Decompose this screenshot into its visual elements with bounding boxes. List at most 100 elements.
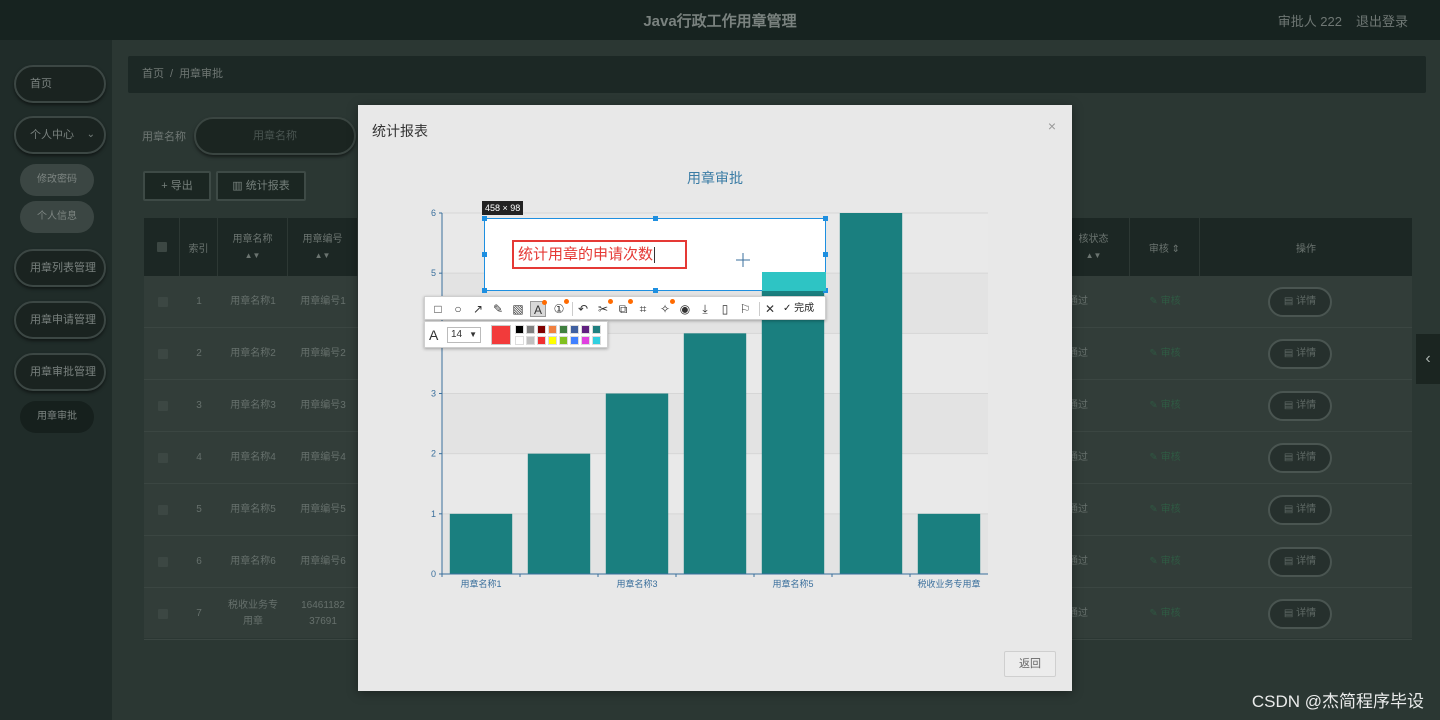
color-swatch[interactable] xyxy=(559,325,568,334)
annotation-text-input[interactable]: 统计用章的申请次数 xyxy=(512,240,687,269)
selection-size-label: 458 × 98 xyxy=(482,201,524,215)
audit-link[interactable]: ✎ 审核 xyxy=(1130,380,1200,432)
color-swatch[interactable] xyxy=(515,325,524,334)
audit-link[interactable]: ✎ 审核 xyxy=(1130,432,1200,484)
x-tick-label: 用章名称5 xyxy=(772,578,813,589)
detail-button[interactable]: ▤ 详情 xyxy=(1268,391,1332,421)
sidebar-item-personal-info[interactable]: 个人信息 xyxy=(20,201,94,233)
row-checkbox[interactable] xyxy=(158,453,168,463)
edit-icon: ✎ xyxy=(1149,296,1161,307)
resize-handle[interactable] xyxy=(823,252,828,257)
color-swatch[interactable] xyxy=(548,336,557,345)
y-tick-label: 6 xyxy=(431,208,436,218)
mosaic-tool-icon[interactable]: ▧ xyxy=(510,301,526,317)
row-checkbox[interactable] xyxy=(158,349,168,359)
search-input[interactable]: 用章名称 xyxy=(194,117,356,155)
export-button[interactable]: + 导出 xyxy=(143,171,211,201)
bookmark-icon[interactable]: ⚐ xyxy=(737,301,753,317)
rectangle-tool-icon[interactable]: □ xyxy=(430,301,446,317)
cell-index: 2 xyxy=(196,348,202,359)
font-size-select[interactable]: 14 ▼ xyxy=(447,327,481,343)
resize-handle[interactable] xyxy=(653,288,658,293)
resize-handle[interactable] xyxy=(653,216,658,221)
sidebar-item-change-password[interactable]: 修改密码 xyxy=(20,164,94,196)
header-audit[interactable]: 审核 ⇕ xyxy=(1130,218,1200,276)
breadcrumb-home[interactable]: 首页 xyxy=(142,68,164,80)
color-swatch[interactable] xyxy=(537,336,546,345)
stats-button[interactable]: ▥ 统计报表 xyxy=(216,171,306,201)
detail-button[interactable]: ▤ 详情 xyxy=(1268,495,1332,525)
ocr-icon[interactable]: ⌗ xyxy=(635,301,651,317)
resize-handle[interactable] xyxy=(482,252,487,257)
select-all-checkbox[interactable] xyxy=(157,242,167,252)
color-swatch[interactable] xyxy=(548,325,557,334)
sidebar-item-home[interactable]: 首页 xyxy=(14,65,106,103)
font-size-value: 14 xyxy=(451,329,463,340)
close-icon[interactable]: ✕ xyxy=(762,301,778,317)
chart-title: 用章审批 xyxy=(687,170,743,186)
text-tool-icon[interactable]: A xyxy=(530,300,547,317)
sidebar-item-seal-approve-manage[interactable]: 用章审批管理 xyxy=(14,353,106,391)
logout-link[interactable]: 退出登录 xyxy=(1356,11,1408,30)
ellipse-tool-icon[interactable]: ○ xyxy=(450,301,466,317)
color-swatch[interactable] xyxy=(570,325,579,334)
collapse-panel-tab[interactable]: ‹ xyxy=(1416,334,1440,384)
pin-icon[interactable]: ✧ xyxy=(657,299,675,317)
color-swatch[interactable] xyxy=(559,336,568,345)
header-name[interactable]: 用章名称 ▲▼ xyxy=(218,218,288,276)
audit-link[interactable]: ✎ 审核 xyxy=(1130,328,1200,380)
sidebar-item-label: 首页 xyxy=(30,78,52,90)
color-swatch[interactable] xyxy=(526,325,535,334)
audit-link[interactable]: ✎ 审核 xyxy=(1130,536,1200,588)
undo-icon[interactable]: ↶ xyxy=(575,301,591,317)
current-color-swatch[interactable] xyxy=(491,325,511,345)
done-button[interactable]: ✓ 完成 xyxy=(783,301,814,317)
color-swatch[interactable] xyxy=(581,325,590,334)
audit-link[interactable]: ✎ 审核 xyxy=(1130,588,1200,640)
color-swatch[interactable] xyxy=(515,336,524,345)
bar-7 xyxy=(917,513,981,574)
row-checkbox[interactable] xyxy=(158,557,168,567)
color-swatch[interactable] xyxy=(592,325,601,334)
resize-handle[interactable] xyxy=(482,216,487,221)
sidebar-item-label: 用章申请管理 xyxy=(30,314,96,326)
pen-tool-icon[interactable]: ✎ xyxy=(490,301,506,317)
detail-button[interactable]: ▤ 详情 xyxy=(1268,287,1332,317)
sort-icon: ▲▼ xyxy=(244,251,261,260)
audit-link[interactable]: ✎ 审核 xyxy=(1130,276,1200,328)
breadcrumb-current: 用章审批 xyxy=(179,68,224,80)
stats-label: 统计报表 xyxy=(245,180,290,192)
cell-name: 用章名称4 xyxy=(230,452,276,463)
color-swatch[interactable] xyxy=(570,336,579,345)
detail-button[interactable]: ▤ 详情 xyxy=(1268,547,1332,577)
arrow-tool-icon[interactable]: ↗ xyxy=(470,301,486,317)
translate-icon[interactable]: ⧉ xyxy=(615,299,633,317)
phone-icon[interactable]: ▯ xyxy=(717,301,733,317)
edit-icon: ✎ xyxy=(1149,504,1161,515)
row-checkbox[interactable] xyxy=(158,297,168,307)
header-code[interactable]: 用章编号 ▲▼ xyxy=(288,218,358,276)
color-swatch[interactable] xyxy=(592,336,601,345)
sidebar-item-personal-center[interactable]: 个人中心 ⌄ xyxy=(14,116,106,154)
color-swatch[interactable] xyxy=(581,336,590,345)
sidebar-item-seal-list[interactable]: 用章列表管理 xyxy=(14,249,106,287)
row-checkbox[interactable] xyxy=(158,505,168,515)
color-swatch[interactable] xyxy=(526,336,535,345)
detail-button[interactable]: ▤ 详情 xyxy=(1268,443,1332,473)
resize-handle[interactable] xyxy=(823,216,828,221)
sidebar-item-seal-apply[interactable]: 用章申请管理 xyxy=(14,301,106,339)
header-audit-status-label: 核状态 xyxy=(1078,234,1109,245)
scissors-icon[interactable]: ✂ xyxy=(595,299,613,317)
download-icon[interactable]: ⤓ xyxy=(697,301,713,317)
color-swatch[interactable] xyxy=(537,325,546,334)
return-button[interactable]: 返回 xyxy=(1004,651,1056,677)
audit-link[interactable]: ✎ 审核 xyxy=(1130,484,1200,536)
record-icon[interactable]: ◉ xyxy=(677,301,693,317)
row-checkbox[interactable] xyxy=(158,401,168,411)
detail-button[interactable]: ▤ 详情 xyxy=(1268,599,1332,629)
resize-handle[interactable] xyxy=(482,288,487,293)
number-tool-icon[interactable]: ① xyxy=(551,299,569,317)
sidebar-item-seal-approve[interactable]: 用章审批 xyxy=(20,401,94,433)
row-checkbox[interactable] xyxy=(158,609,168,619)
detail-button[interactable]: ▤ 详情 xyxy=(1268,339,1332,369)
